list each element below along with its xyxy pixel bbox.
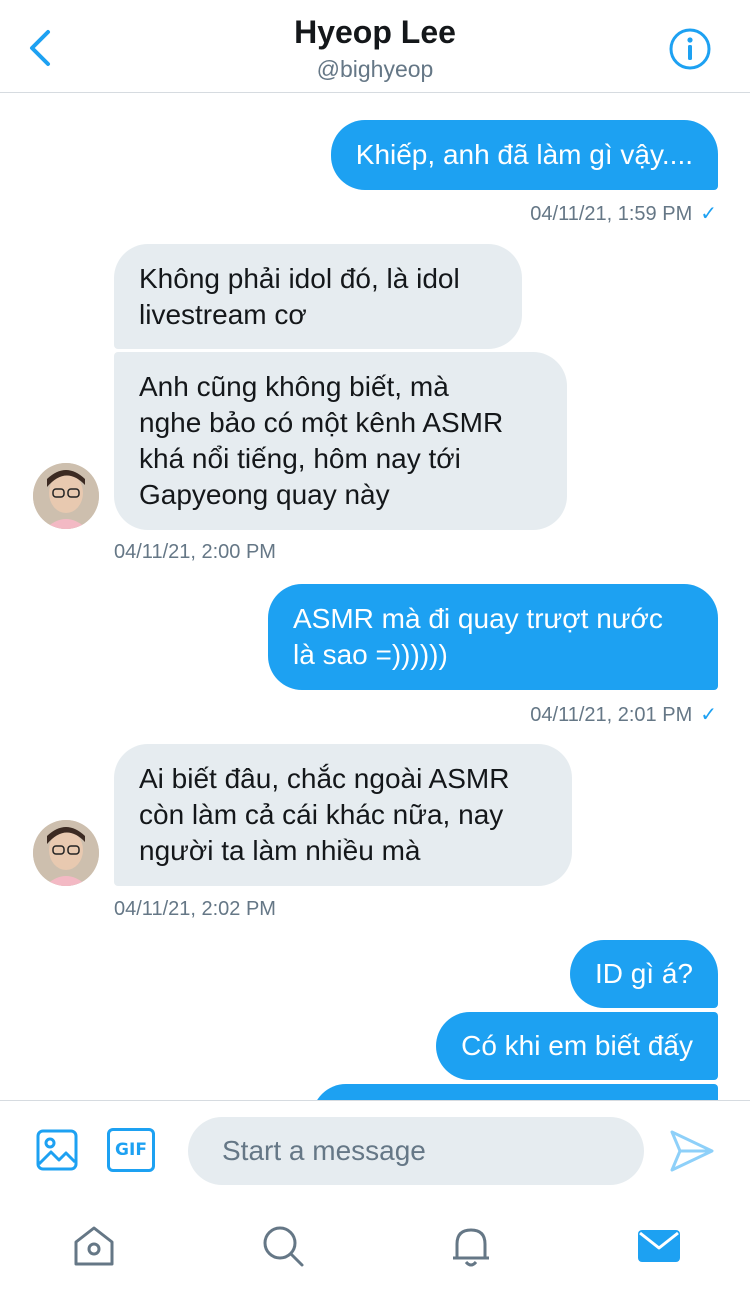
message-composer: GIF: [0, 1100, 750, 1200]
message-bubble-sent[interactable]: Có khi em biết đấy: [436, 1012, 718, 1080]
message-text-line: khá nổi tiếng, hôm nay tới: [139, 443, 461, 474]
message-list[interactable]: Khiếp, anh đã làm gì vậy.... 04/11/21, 1…: [0, 94, 750, 1100]
message-bubble-sent[interactable]: ASMR mà đi quay trượt nước là sao =)))))…: [268, 584, 718, 690]
mail-icon: [638, 1230, 680, 1262]
contact-name: Hyeop Lee: [294, 14, 456, 50]
message-timestamp: 04/11/21, 2:00 PM: [114, 541, 276, 563]
message-input[interactable]: [188, 1117, 644, 1185]
tab-messages[interactable]: [635, 1222, 683, 1270]
message-text-line: Không phải idol đó, là idol: [139, 262, 460, 294]
search-icon: [263, 1226, 304, 1267]
message-bubble-sent[interactable]: ID gì á?: [569, 940, 718, 1008]
timestamp-text: 04/11/21, 1:59 PM: [530, 203, 693, 225]
info-button[interactable]: [668, 27, 712, 71]
message-text: ID gì á?: [594, 958, 693, 989]
message-text: Khiếp, anh đã làm gì vậy....: [355, 139, 693, 170]
message-bubble-received[interactable]: Ai biết đâu, chắc ngoài ASMR còn làm cả …: [114, 744, 572, 886]
message-text-line: còn làm cả cái khác nữa, nay: [139, 799, 504, 830]
avatar-image: [33, 820, 99, 886]
contact-handle: @bighyeop: [316, 56, 434, 82]
check-icon: ✓: [700, 704, 717, 726]
bell-icon: [453, 1228, 489, 1267]
message-text-line: ASMR mà đi quay trượt nước: [293, 603, 663, 634]
home-icon: [74, 1226, 114, 1266]
tab-home[interactable]: [70, 1222, 118, 1270]
tab-notifications[interactable]: [447, 1222, 495, 1270]
message-text-line: người ta làm nhiều mà: [139, 835, 421, 866]
check-icon: ✓: [700, 203, 717, 225]
message-bubble-sent-partial[interactable]: [312, 1084, 718, 1100]
message-timestamp: 04/11/21, 1:59 PM ✓: [530, 201, 717, 226]
message-text-line: là sao =)))))): [293, 639, 448, 670]
message-timestamp: 04/11/21, 2:02 PM: [114, 898, 276, 920]
message-timestamp: 04/11/21, 2:01 PM ✓: [530, 702, 717, 727]
send-icon: [670, 1130, 714, 1172]
avatar[interactable]: [33, 463, 99, 529]
message-bubble-received[interactable]: Anh cũng không biết, mà nghe bảo có một …: [114, 352, 567, 530]
avatar-image: [33, 463, 99, 529]
image-icon: [36, 1129, 78, 1171]
message-bubble-received[interactable]: Không phải idol đó, là idol livestream c…: [114, 244, 522, 349]
gif-button[interactable]: GIF: [107, 1128, 155, 1172]
add-photo-button[interactable]: [35, 1128, 79, 1172]
tab-search[interactable]: [259, 1222, 307, 1270]
message-text: Có khi em biết đấy: [461, 1030, 693, 1061]
message-text-line: Anh cũng không biết, mà: [139, 371, 449, 402]
bottom-tab-bar: [0, 1200, 750, 1298]
message-bubble-sent[interactable]: Khiếp, anh đã làm gì vậy....: [330, 120, 718, 190]
conversation-header: Hyeop Lee @bighyeop: [0, 0, 750, 93]
avatar[interactable]: [33, 820, 99, 886]
message-text-line: Gapyeong quay này: [139, 479, 390, 510]
message-text-line: livestream cơ: [139, 298, 307, 330]
message-text-line: nghe bảo có một kênh ASMR: [139, 407, 504, 438]
info-icon: [669, 28, 711, 70]
timestamp-text: 04/11/21, 2:01 PM: [530, 704, 693, 726]
send-button[interactable]: [668, 1128, 716, 1174]
message-text-line: Ai biết đâu, chắc ngoài ASMR: [139, 763, 510, 794]
